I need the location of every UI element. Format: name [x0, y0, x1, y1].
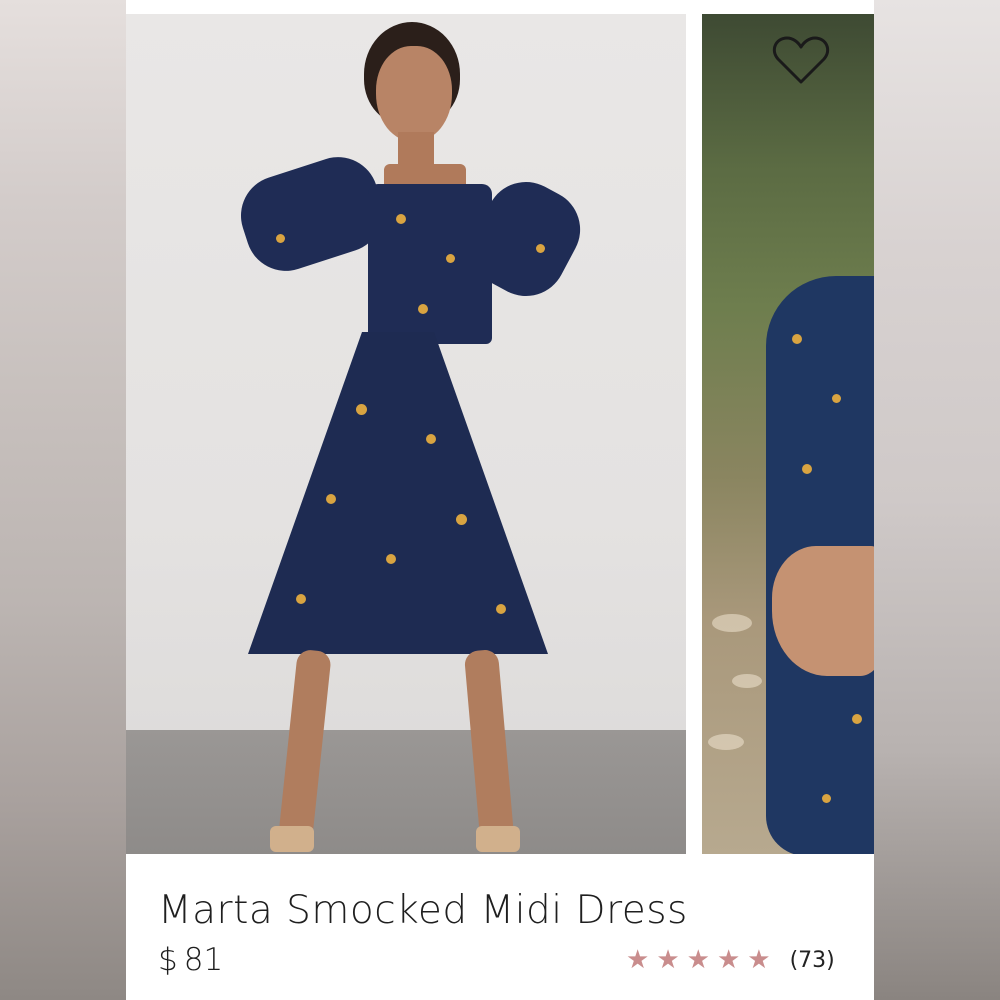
backdrop-right: [874, 0, 1000, 1000]
floral-dot: [852, 714, 862, 724]
floral-dot: [496, 604, 506, 614]
floral-dot: [536, 244, 545, 253]
floral-dot: [446, 254, 455, 263]
floral-dot: [802, 464, 812, 474]
heart-icon[interactable]: [772, 34, 830, 88]
floral-dot: [456, 514, 467, 525]
product-title: Marta Smocked Midi Dress: [158, 888, 688, 933]
sunlight-spot: [732, 674, 762, 688]
floral-dot: [276, 234, 285, 243]
backdrop-left: [0, 0, 126, 1000]
star-icon: ★: [686, 945, 710, 975]
dress-bodice: [368, 184, 492, 344]
floral-dot: [386, 554, 396, 564]
floral-dot: [426, 434, 436, 444]
model-shoe-left: [270, 826, 314, 852]
star-icon: ★: [626, 945, 650, 975]
floral-dot: [418, 304, 428, 314]
star-icon: ★: [716, 945, 741, 975]
floral-dot: [832, 394, 841, 403]
floral-dot: [296, 594, 306, 604]
sunlight-spot: [712, 614, 752, 632]
product-card: Marta Smocked Midi Dress $ 81 ★ ★ ★ ★ ★ …: [126, 0, 874, 1000]
model-hand: [772, 546, 874, 676]
floral-dot: [822, 794, 831, 803]
product-price: $ 81: [158, 942, 223, 978]
price-currency: $: [158, 942, 178, 978]
price-value: 81: [183, 942, 224, 978]
product-image-secondary[interactable]: [702, 14, 874, 854]
product-image-main[interactable]: [126, 14, 686, 854]
floral-dot: [792, 334, 802, 344]
floral-dot: [326, 494, 336, 504]
review-count[interactable]: (73): [790, 948, 835, 973]
image-floor: [126, 730, 686, 854]
star-icon: ★: [747, 945, 771, 975]
model-face: [376, 46, 452, 142]
floral-dot: [396, 214, 406, 224]
star-icon: ★: [656, 945, 680, 975]
sunlight-spot: [708, 734, 744, 750]
model-shoe-right: [476, 826, 520, 852]
floral-dot: [356, 404, 367, 415]
product-rating[interactable]: ★ ★ ★ ★ ★ (73): [626, 946, 835, 974]
heart-icon-svg: [772, 36, 830, 84]
